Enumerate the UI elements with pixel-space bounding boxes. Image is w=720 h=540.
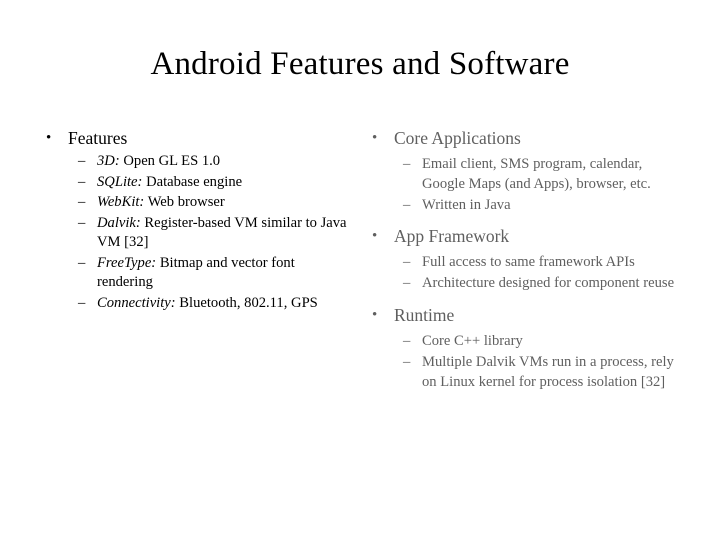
dash-icon: – (78, 254, 86, 271)
term-label: WebKit: (97, 194, 145, 210)
sub-bullet-connectivity: – Connectivity: Bluetooth, 802.11, GPS (34, 294, 352, 314)
dash-icon: – (403, 254, 411, 270)
term-label: Connectivity: (97, 294, 176, 311)
sub-bullet-core-apps-list: – Email client, SMS program, calendar, G… (358, 154, 688, 194)
term-description: Open GL ES 1.0 (123, 153, 221, 169)
dash-icon: – (78, 173, 86, 190)
term-label: 3D: (97, 153, 120, 169)
sub-bullet-freetype: – FreeType: Bitmap and vector font rende… (34, 254, 352, 293)
term-description: Web browser (147, 194, 225, 210)
sub-bullet-text: Full access to same framework APIs (422, 254, 635, 270)
dash-icon: – (78, 194, 86, 210)
sub-bullet-written-in-java: – Written in Java (358, 195, 688, 215)
dash-icon: – (78, 153, 86, 169)
page-title: Android Features and Software (150, 46, 570, 82)
term-label: SQLite: (97, 173, 143, 190)
sub-bullet-3d: – 3D: Open GL ES 1.0 (34, 152, 352, 172)
bullet-label: App Framework (394, 226, 510, 246)
sub-bullet-text: Architecture designed for component reus… (422, 275, 675, 291)
bullet-label: Features (68, 128, 128, 148)
bullet-runtime: • Runtime (358, 303, 688, 328)
term-description: Bluetooth, 802.11, GPS (179, 294, 318, 311)
bullet-label: Runtime (394, 305, 455, 325)
dash-icon: – (403, 354, 411, 370)
sub-bullet-text: Multiple Dalvik VMs run in a process, re… (422, 354, 674, 390)
dash-icon: – (403, 275, 411, 291)
sub-bullet-dalvik: – Dalvik: Register-based VM similar to J… (34, 214, 352, 253)
dash-icon: – (403, 156, 411, 172)
bullet-app-framework: • App Framework (358, 224, 688, 249)
term-label: Dalvik: (97, 214, 141, 231)
dash-icon: – (403, 333, 411, 349)
sub-bullet-core-cpp-library: – Core C++ library (358, 331, 688, 351)
sub-bullet-text: Email client, SMS program, calendar, Goo… (422, 156, 651, 192)
bullet-features: • Features (34, 126, 352, 150)
sub-bullet-component-reuse: – Architecture designed for component re… (358, 273, 688, 293)
sub-bullet-text: Written in Java (422, 197, 511, 213)
bullet-dot-icon: • (372, 228, 378, 244)
sub-bullet-dalvik-vms: – Multiple Dalvik VMs run in a process, … (358, 352, 688, 392)
bullet-dot-icon: • (372, 130, 378, 146)
right-content-column: • Core Applications – Email client, SMS … (358, 126, 688, 393)
left-content-column: • Features – 3D: Open GL ES 1.0 – SQLite… (34, 126, 352, 314)
dash-icon: – (78, 294, 86, 311)
bullet-core-applications: • Core Applications (358, 126, 688, 151)
term-label: FreeType: (97, 254, 157, 271)
sub-bullet-sqlite: – SQLite: Database engine (34, 173, 352, 193)
sub-bullet-framework-apis: – Full access to same framework APIs (358, 252, 688, 272)
dash-icon: – (78, 214, 86, 231)
sub-bullet-text: Core C++ library (422, 333, 523, 349)
slide: Android Features and Software • Features… (0, 0, 720, 540)
term-description: Database engine (146, 173, 243, 190)
dash-icon: – (403, 197, 411, 213)
bullet-dot-icon: • (372, 307, 378, 323)
sub-bullet-webkit: – WebKit: Web browser (34, 193, 352, 213)
bullet-label: Core Applications (394, 128, 521, 148)
bullet-dot-icon: • (46, 130, 52, 146)
